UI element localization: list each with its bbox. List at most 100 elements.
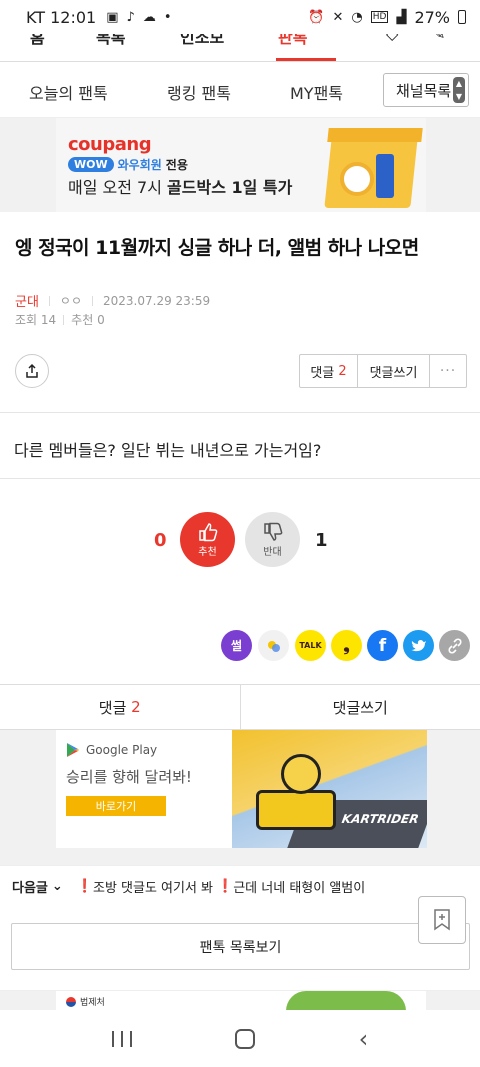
comment-tab-button[interactable]: 댓글 2 (0, 685, 241, 729)
oppose-vote-count: 1 (315, 530, 328, 551)
chevron-down-icon: ⌄ (51, 879, 63, 894)
copy-link-button[interactable] (439, 630, 470, 661)
tab-my-pantalk[interactable]: MY팬톡 (290, 80, 343, 104)
wow-member-text: 와우회원 (117, 158, 162, 172)
author-name[interactable]: 군대 (15, 291, 39, 310)
twitter-icon (411, 639, 426, 651)
meta-separator (63, 314, 65, 325)
clock-image (340, 162, 374, 196)
article-meta-stats: 조회 14 추천 0 (15, 311, 105, 328)
kakaostory-share-button[interactable]: ❟ (331, 630, 362, 661)
bottom-ad-inner: 법제처 (56, 991, 426, 1011)
article-body: 다른 멤버들은? 일단 뷔는 내년으로 가는거임? (14, 441, 322, 460)
coupang-ad-banner[interactable]: coupang WOW 와우회원 전용 매일 오전 7시 골드박스 1일 특가 (0, 118, 480, 212)
recent-apps-button[interactable] (111, 1030, 132, 1047)
bookmark-add-icon (434, 909, 450, 931)
korea-emblem-icon (66, 996, 76, 1007)
mute-icon: ✕ (332, 9, 344, 25)
image-icon: ▣ (106, 9, 119, 25)
google-play-icon (67, 743, 79, 757)
thumbs-up-icon (198, 523, 217, 542)
alarm-icon: ⏰ (308, 9, 325, 25)
google-play-brand: Google Play (66, 742, 157, 758)
wow-only-text: 전용 (165, 158, 188, 172)
article-meta-author: 군대 ㅇㅇ 2023.07.29 23:59 (15, 291, 211, 311)
coupang-headline: 매일 오전 7시 골드박스 1일 특가 (68, 178, 293, 197)
coupang-headline-bold: 골드박스 1일 특가 (167, 178, 293, 197)
comment-count: 2 (338, 363, 347, 379)
next-article-link[interactable]: 조방 댓글도 여기서 봐 (93, 877, 213, 896)
next-article-dropdown[interactable]: 다음글 ⌄ (12, 877, 63, 896)
system-nav-bar: ‹ (0, 1010, 480, 1067)
article-datetime: 2023.07.29 23:59 (103, 293, 211, 308)
facebook-share-button[interactable]: f (367, 630, 398, 661)
recommend-button[interactable]: 추천 (180, 512, 235, 567)
battery-text: 27% (414, 7, 450, 27)
coupang-wow-row: WOW 와우회원 전용 (68, 156, 188, 173)
bottom-ad[interactable]: 법제처 (0, 990, 480, 1011)
coupang-logo: coupang (68, 134, 152, 155)
channel-list-button[interactable]: 채널목록 ▲ ▼ (383, 73, 469, 107)
kakaostory-icon: ❟ (343, 635, 350, 655)
chevron-updown-icon: ▲ ▼ (453, 77, 465, 103)
twitter-share-button[interactable] (403, 630, 434, 661)
google-ad-cta-button[interactable]: 바로가기 (66, 796, 166, 816)
next-article-bar: 다음글 ⌄ ❗ 조방 댓글도 여기서 봐 ❗ 근데 너네 태형이 앨범이 (0, 865, 480, 907)
tab-today-pantalk[interactable]: 오늘의 팬톡 (29, 80, 108, 104)
sub-tabs: 오늘의 팬톡 랭킹 팬톡 MY팬톡 채널목록 ▲ ▼ (0, 62, 480, 118)
bookmark-button[interactable] (418, 896, 466, 944)
ssul-share-button[interactable]: 썰 (221, 630, 252, 661)
kart-image (256, 790, 336, 830)
back-button[interactable]: ‹ (359, 1025, 369, 1053)
views-count: 조회 14 (15, 313, 57, 327)
share-icon (26, 363, 38, 378)
dot-icon: • (163, 9, 172, 25)
next-article-link[interactable]: 근데 너네 태형이 앨범이 (233, 877, 365, 896)
thumbs-down-icon (263, 522, 282, 541)
band-share-button[interactable] (258, 630, 289, 661)
recommend-count: 추천 0 (71, 313, 105, 327)
recommend-vote-count: 0 (154, 530, 167, 551)
comment-actions: 댓글 2 댓글쓰기 ··· (299, 354, 467, 388)
meta-separator (92, 295, 94, 306)
oppose-label: 반대 (263, 547, 282, 558)
author-extra: ㅇㅇ (59, 294, 83, 308)
article-title: 엥 정국이 11월까지 싱글 하나 더, 앨범 하나 나오면 (15, 237, 419, 259)
channel-list-label: 채널목록 (396, 81, 452, 100)
coupang-ad-inner: coupang WOW 와우회원 전용 매일 오전 7시 골드박스 1일 특가 (56, 118, 426, 212)
status-carrier-time: KT 12:01 (26, 7, 97, 27)
meta-separator (48, 295, 50, 306)
moleg-brand: 법제처 (66, 995, 105, 1008)
comment-bar: 댓글 2 댓글쓰기 (0, 684, 480, 730)
oppose-button[interactable]: 반대 (245, 512, 300, 567)
racer-helmet-image (281, 754, 321, 794)
google-play-ad[interactable]: Google Play 승리를 향해 달려봐! 바로가기 KARTRIDER (56, 730, 427, 848)
cloud-icon: ☁ (142, 9, 156, 25)
recommend-label: 추천 (198, 547, 217, 558)
signal-icon: ▟ (396, 9, 407, 25)
kartrider-logo: KARTRIDER (340, 812, 420, 826)
link-icon (447, 637, 462, 654)
divider (0, 478, 480, 479)
wifi-icon: ◔ (351, 9, 363, 25)
bottom-ad-art (286, 991, 406, 1011)
status-bar: KT 12:01 ▣ ♪ ☁ • ⏰ ✕ ◔ HD ▟ 27% (0, 0, 480, 34)
alert-icon: ❗ (217, 879, 234, 894)
battery-icon (458, 10, 466, 24)
bottle-image (376, 154, 394, 198)
band-icon (267, 640, 280, 652)
write-comment-tab-button[interactable]: 댓글쓰기 (241, 685, 480, 729)
kakaotalk-share-button[interactable]: TALK (295, 630, 326, 661)
write-comment-button[interactable]: 댓글쓰기 (358, 355, 430, 387)
top-nav-active-underline (276, 58, 336, 61)
alert-icon: ❗ (76, 879, 93, 894)
comments-button[interactable]: 댓글 2 (300, 355, 358, 387)
pantalk-list-button[interactable]: 팬톡 목록보기 (11, 923, 470, 970)
google-play-ad-area: Google Play 승리를 향해 달려봐! 바로가기 KARTRIDER (0, 730, 480, 865)
tiktok-icon: ♪ (126, 9, 135, 25)
tab-ranking-pantalk[interactable]: 랭킹 팬톡 (167, 80, 231, 104)
more-options-button[interactable]: ··· (430, 355, 466, 387)
divider (0, 412, 480, 413)
home-button[interactable] (235, 1028, 256, 1049)
share-button[interactable] (15, 354, 49, 388)
